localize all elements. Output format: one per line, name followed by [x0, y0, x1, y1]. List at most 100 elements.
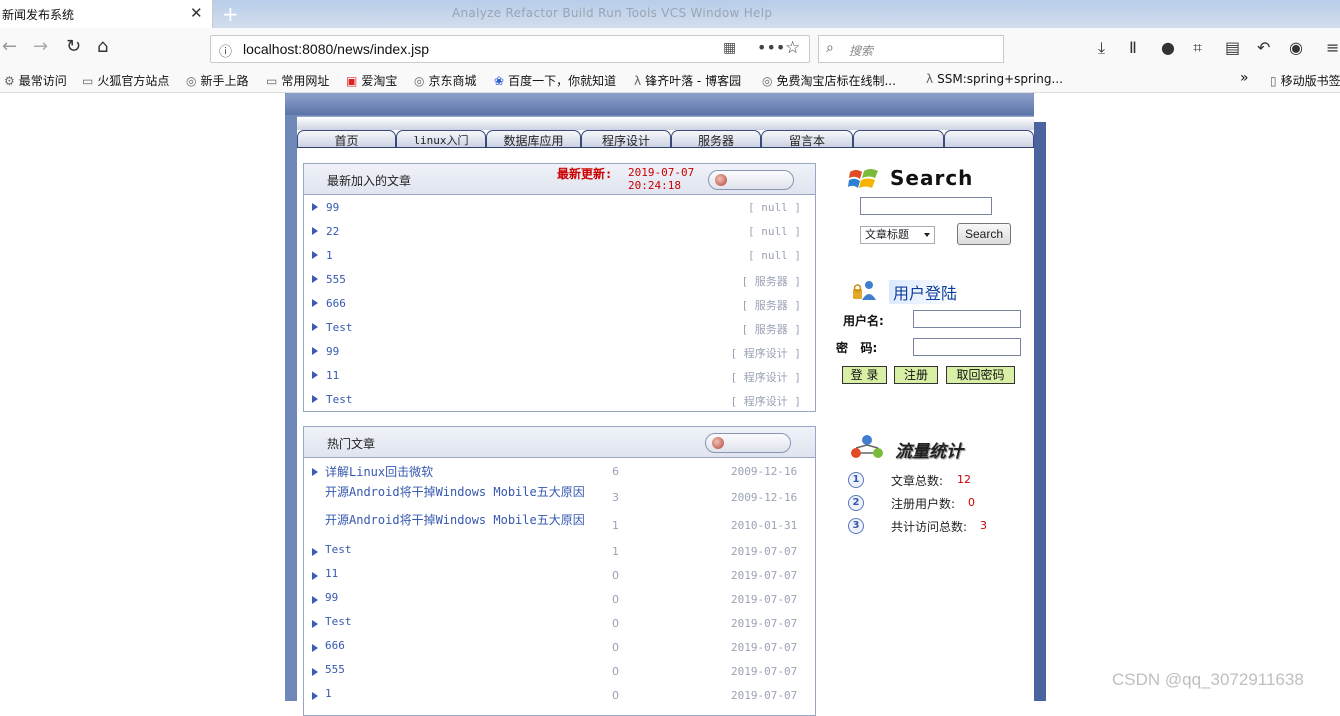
- window-titlebar: Analyze Refactor Build Run Tools VCS Win…: [212, 0, 1340, 28]
- login-heading: 用户登陆: [889, 280, 962, 304]
- menu-icon[interactable]: ≡: [1326, 38, 1339, 57]
- qr-code-icon[interactable]: ▦: [723, 40, 736, 56]
- tab-title: 新闻发布系统: [2, 8, 75, 22]
- list-item[interactable]: 1[ null ]: [304, 247, 815, 267]
- bookmark-item[interactable]: ❀ 百度一下，你就知道: [494, 72, 616, 89]
- stat-label: 共计访问总数:: [891, 520, 968, 534]
- update-time: 2019-07-07 20:24:18: [628, 166, 695, 192]
- more-pill-button[interactable]: [708, 170, 794, 190]
- update-label: 最新更新:: [557, 167, 613, 181]
- stat-value: 12: [957, 473, 971, 486]
- nav-tab-home[interactable]: 首页: [297, 130, 396, 148]
- site-nav: 首页 linux入门 数据库应用 程序设计 服务器 留言本: [297, 130, 1034, 148]
- new-tab-icon[interactable]: +: [222, 2, 239, 26]
- bookmark-item[interactable]: ▣ 爱淘宝: [346, 72, 397, 89]
- hot-articles-header: 热门文章: [304, 427, 815, 458]
- mobile-bookmarks[interactable]: ▯ 移动版书签: [1270, 72, 1340, 89]
- gear-icon: ⚙: [4, 74, 15, 88]
- list-item[interactable]: 99[ null ]: [304, 199, 815, 219]
- nav-tab-database[interactable]: 数据库应用: [486, 130, 581, 148]
- recover-password-button[interactable]: 取回密码: [946, 366, 1015, 384]
- bookmark-star-icon[interactable]: ☆: [785, 38, 800, 58]
- crop-icon[interactable]: ⌗: [1193, 38, 1202, 58]
- stat-label: 文章总数:: [891, 474, 944, 488]
- users-icon: [853, 281, 876, 300]
- chevron-down-icon: [924, 233, 930, 237]
- network-stats-icon: [851, 435, 883, 458]
- search-button[interactable]: Search: [957, 223, 1011, 245]
- forward-icon[interactable]: →: [33, 37, 48, 57]
- arrow-icon: [312, 299, 318, 307]
- overflow-chevron-icon[interactable]: »: [1240, 70, 1249, 86]
- stat-value: 3: [980, 519, 987, 532]
- bookmark-item[interactable]: ⚙ 最常访问: [4, 72, 67, 89]
- nav-tab-empty: [944, 130, 1034, 148]
- more-pill-button[interactable]: [705, 433, 791, 453]
- reload-icon[interactable]: ↻: [66, 37, 81, 57]
- login-button[interactable]: 登 录: [842, 366, 887, 384]
- password-label: 密 码:: [836, 341, 878, 355]
- nav-tab-guestbook[interactable]: 留言本: [761, 130, 853, 148]
- list-item[interactable]: 555[ 服务器 ]: [304, 271, 815, 291]
- arrow-icon: [312, 275, 318, 283]
- username-field[interactable]: [913, 310, 1021, 328]
- arrow-icon: [312, 395, 318, 403]
- list-item[interactable]: 22[ null ]: [304, 223, 815, 243]
- list-item[interactable]: 99[ 程序设计 ]: [304, 343, 815, 363]
- close-tab-icon[interactable]: ✕: [190, 4, 203, 22]
- ball-icon: [715, 174, 727, 186]
- arrow-icon: [312, 620, 318, 628]
- nav-tab-server[interactable]: 服务器: [671, 130, 761, 148]
- list-item[interactable]: Test[ 程序设计 ]: [304, 391, 815, 411]
- stat-number-badge: 3: [848, 518, 864, 534]
- site-info-icon[interactable]: ⓘ: [219, 41, 232, 60]
- globe-icon: ◎: [762, 74, 773, 88]
- bookmark-item[interactable]: ◎ 新手上路: [186, 72, 249, 89]
- bookmark-item[interactable]: ◎ 免费淘宝店标在线制...: [762, 72, 896, 89]
- active-tab[interactable]: 新闻发布系统 ✕: [0, 0, 213, 28]
- arrow-icon: [312, 371, 318, 379]
- nav-tab-linux[interactable]: linux入门: [396, 130, 486, 148]
- mobile-icon: ▯: [1270, 74, 1277, 88]
- arrow-icon: [312, 468, 318, 476]
- url-bar[interactable]: ⓘ localhost:8080/news/index.jsp ▦ ••• ☆: [210, 35, 810, 63]
- folder-icon: ▭: [266, 74, 278, 88]
- account-icon[interactable]: ◉: [1289, 38, 1303, 57]
- stat-label: 注册用户数:: [891, 497, 956, 511]
- list-item[interactable]: 666[ 服务器 ]: [304, 295, 815, 315]
- bookmarks-toolbar: ⚙ 最常访问 ▭ 火狐官方站点 ◎ 新手上路 ▭ 常用网址 ▣ 爱淘宝 ◎ 京东商城 ❀ 百度…: [0, 68, 1340, 93]
- chat-icon[interactable]: ●: [1161, 38, 1175, 57]
- globe-icon: ◎: [414, 74, 425, 88]
- tab-strip: Analyze Refactor Build Run Tools VCS Win…: [0, 0, 1340, 28]
- ball-icon: [712, 437, 724, 449]
- blog-icon: λ: [634, 74, 642, 88]
- sidebar-icon[interactable]: ▤: [1225, 38, 1240, 57]
- library-icon[interactable]: Ⅱ: [1129, 38, 1137, 57]
- background-window-menu: Analyze Refactor Build Run Tools VCS Win…: [452, 6, 773, 20]
- nav-tab-programming[interactable]: 程序设计: [581, 130, 671, 148]
- latest-articles-title: 最新加入的文章: [327, 174, 412, 188]
- list-item[interactable]: Test[ 服务器 ]: [304, 319, 815, 339]
- bookmark-item[interactable]: ▭ 火狐官方站点: [82, 72, 169, 89]
- password-field[interactable]: [913, 338, 1021, 356]
- arrow-icon: [312, 572, 318, 580]
- bookmark-item[interactable]: ◎ 京东商城: [414, 72, 477, 89]
- downloads-icon[interactable]: ⤓: [1098, 38, 1105, 58]
- list-item[interactable]: 11[ 程序设计 ]: [304, 367, 815, 387]
- arrow-icon: [312, 347, 318, 355]
- home-icon[interactable]: ⌂: [97, 37, 108, 57]
- page-actions-icon[interactable]: •••: [757, 38, 785, 57]
- article-search-input[interactable]: [860, 197, 992, 215]
- url-text[interactable]: localhost:8080/news/index.jsp: [243, 41, 429, 57]
- search-icon: ⌕: [826, 40, 834, 56]
- bookmark-item[interactable]: ▭ 常用网址: [266, 72, 329, 89]
- search-field-select[interactable]: 文章标题: [860, 226, 935, 244]
- browser-search-box[interactable]: ⌕ 搜索: [818, 35, 1004, 63]
- undo-icon[interactable]: ↶: [1257, 38, 1270, 57]
- bookmark-item[interactable]: λ 锋齐叶落 - 博客园: [634, 72, 741, 89]
- arrow-icon: [312, 692, 318, 700]
- register-button[interactable]: 注册: [894, 366, 938, 384]
- back-icon[interactable]: ←: [2, 37, 17, 57]
- bookmark-item[interactable]: λ SSM:spring+spring...: [926, 72, 1063, 86]
- arrow-icon: [312, 644, 318, 652]
